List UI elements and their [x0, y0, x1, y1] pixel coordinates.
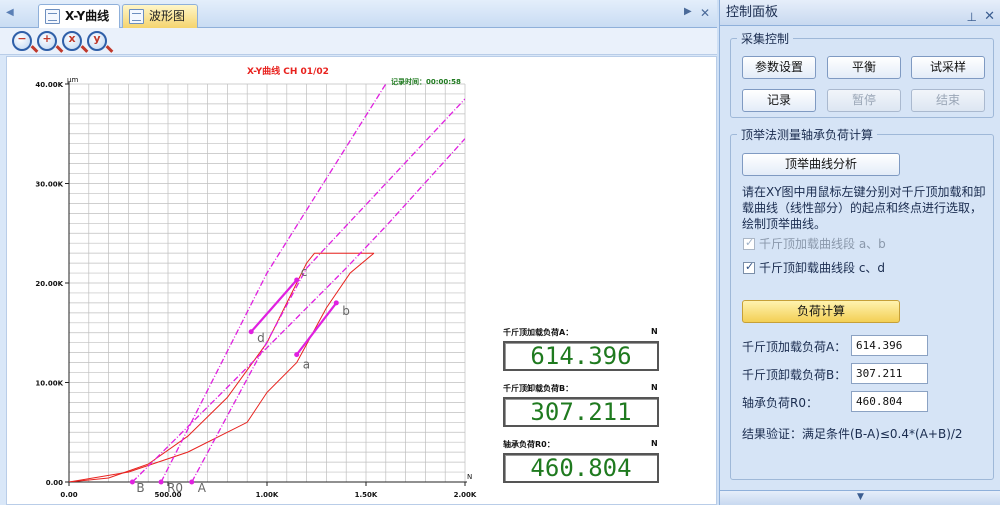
y-tick-label: 30.00K [35, 181, 63, 189]
point-marker-b [129, 479, 135, 485]
tab-label: X-Y曲线 [65, 9, 110, 23]
y-tick-label: 20.00K [35, 280, 63, 288]
point-marker-d [248, 329, 254, 335]
y-tick-label: 0.00 [46, 479, 63, 487]
end-button[interactable]: 结束 [911, 89, 985, 112]
document-tab-bar: ◀ X-Y曲线 波形图 ▶ ✕ [0, 0, 717, 28]
load-curve-label: 千斤顶加载曲线段 a、b [759, 237, 886, 251]
point-label-b: B [136, 481, 144, 495]
point-label-a: a [303, 358, 310, 372]
point-marker-a [189, 479, 195, 485]
control-panel-title: 控制面板 [726, 5, 779, 20]
record-time: 记录时间：00:00:58 [391, 77, 461, 86]
point-marker-c [294, 277, 300, 283]
tab-scroll-right-icon[interactable]: ▶ [684, 6, 692, 17]
point-marker-r0 [158, 479, 164, 485]
document-icon [45, 9, 60, 24]
load-curve-checkbox[interactable]: 千斤顶加载曲线段 a、b [743, 235, 886, 252]
readout-a-unit: N [651, 327, 658, 336]
pause-button[interactable]: 暂停 [827, 89, 901, 112]
field-r0-label: 轴承负荷R0： [742, 396, 818, 410]
y-tick-label: 10.00K [35, 380, 63, 388]
balance-button[interactable]: 平衡 [827, 56, 901, 79]
xy-curve [69, 252, 375, 482]
xy-chart[interactable]: 0.0010.00K20.00K30.00K40.00K0.00 500.00 1.… [7, 57, 716, 504]
acquisition-control-group: 采集控制 参数设置 平衡 试采样 记录 暂停 结束 [730, 30, 994, 118]
readout-a-value: 614.396 [503, 341, 659, 371]
close-document-icon[interactable]: ✕ [700, 6, 710, 20]
point-label-d: d [257, 331, 265, 345]
zoom-out-y-icon[interactable]: y [87, 31, 107, 51]
x-tick-label: 0.00 [60, 491, 77, 499]
calc-group-title: 顶举法测量轴承负荷计算 [737, 126, 878, 143]
readout-r0-unit: N [651, 439, 658, 448]
x-tick-label: 2.00K [454, 491, 477, 499]
tab-xy-curve[interactable]: X-Y曲线 [38, 4, 120, 28]
y-tick-label: 40.00K [35, 81, 63, 89]
field-a-label: 千斤顶加载负荷A： [742, 340, 847, 354]
xy-plot-area[interactable]: 0.00 10.00K 20.00K 30.00K 40.00K 0.00 500.00 1.… [6, 56, 717, 505]
readout-b-label: 千斤顶卸载负荷B： [503, 384, 574, 393]
checkbox-icon[interactable] [743, 260, 755, 274]
pin-icon[interactable]: ⊥ [967, 4, 977, 30]
document-icon [129, 9, 144, 24]
checkbox-icon[interactable] [743, 236, 755, 250]
x-axis-unit: N [467, 473, 472, 481]
xy-document-area: ◀ X-Y曲线 波形图 ▶ ✕ − + x y 0.00 10.00K 20.00K… [0, 0, 717, 505]
control-panel: 控制面板 ⊥ ✕ 采集控制 参数设置 平衡 试采样 记录 暂停 结束 顶举法测量… [719, 0, 1000, 505]
jack-unload-b-field[interactable]: 307.211 [851, 363, 928, 384]
point-label-r0: R0 [167, 481, 183, 495]
load-calculation-button[interactable]: 负荷计算 [742, 300, 900, 323]
zoom-in-icon[interactable]: + [37, 31, 57, 51]
x-tick-label: 1.50K [355, 491, 378, 499]
unload-curve-checkbox[interactable]: 千斤顶卸载曲线段 c、d [743, 259, 885, 276]
chart-grid [68, 83, 466, 483]
record-button[interactable]: 记录 [742, 89, 816, 112]
point-label-a: A [198, 481, 207, 495]
control-panel-header: 控制面板 ⊥ ✕ [720, 0, 1000, 26]
jack-load-a-field[interactable]: 614.396 [851, 335, 928, 356]
tab-scroll-left-icon[interactable]: ◀ [6, 7, 14, 18]
bearing-load-r0-field[interactable]: 460.804 [851, 391, 928, 412]
readout-b-unit: N [651, 383, 658, 392]
instruction-text: 请在XY图中用鼠标左键分别对千斤顶加载和卸载曲线（线性部分）的起点和终点进行选取… [742, 185, 986, 231]
readout-r0-label: 轴承负荷R0： [503, 440, 555, 449]
unload-curve-label: 千斤顶卸载曲线段 c、d [759, 261, 886, 275]
verification-result: 结果验证：满足条件(B-A)≤0.4*(A+B)/2 [742, 427, 963, 441]
fit-line [131, 138, 465, 482]
point-marker-b [333, 300, 339, 306]
point-label-b: b [342, 304, 350, 318]
fit-line [191, 98, 465, 482]
readout-a-label: 千斤顶加载负荷A： [503, 328, 574, 337]
acquisition-group-title: 采集控制 [737, 30, 794, 47]
x-tick-label: 1.00K [256, 491, 279, 499]
parameter-settings-button[interactable]: 参数设置 [742, 56, 816, 79]
chart-toolbar: − + x y [0, 28, 717, 55]
xy-curve [69, 252, 374, 482]
chart-title: X-Y曲线 CH 01/02 [247, 65, 329, 77]
readout-b-value: 307.211 [503, 397, 659, 427]
zoom-out-x-icon[interactable]: x [62, 31, 82, 51]
tab-waveform[interactable]: 波形图 [122, 4, 198, 28]
selected-segment [295, 302, 338, 356]
readout-r0-value: 460.804 [503, 453, 659, 483]
point-marker-a [294, 352, 300, 358]
point-label-c: c [301, 265, 308, 279]
tab-label: 波形图 [149, 9, 186, 23]
zoom-fit-icon[interactable]: − [12, 31, 32, 51]
y-axis-unit: μm [67, 76, 78, 84]
jacking-curve-analysis-button[interactable]: 顶举曲线分析 [742, 153, 900, 176]
field-b-label: 千斤顶卸载负荷B： [742, 368, 847, 382]
close-icon[interactable]: ✕ [984, 4, 995, 30]
panel-scroll-down-icon[interactable]: ▼ [720, 490, 1000, 505]
trial-sampling-button[interactable]: 试采样 [911, 56, 985, 79]
